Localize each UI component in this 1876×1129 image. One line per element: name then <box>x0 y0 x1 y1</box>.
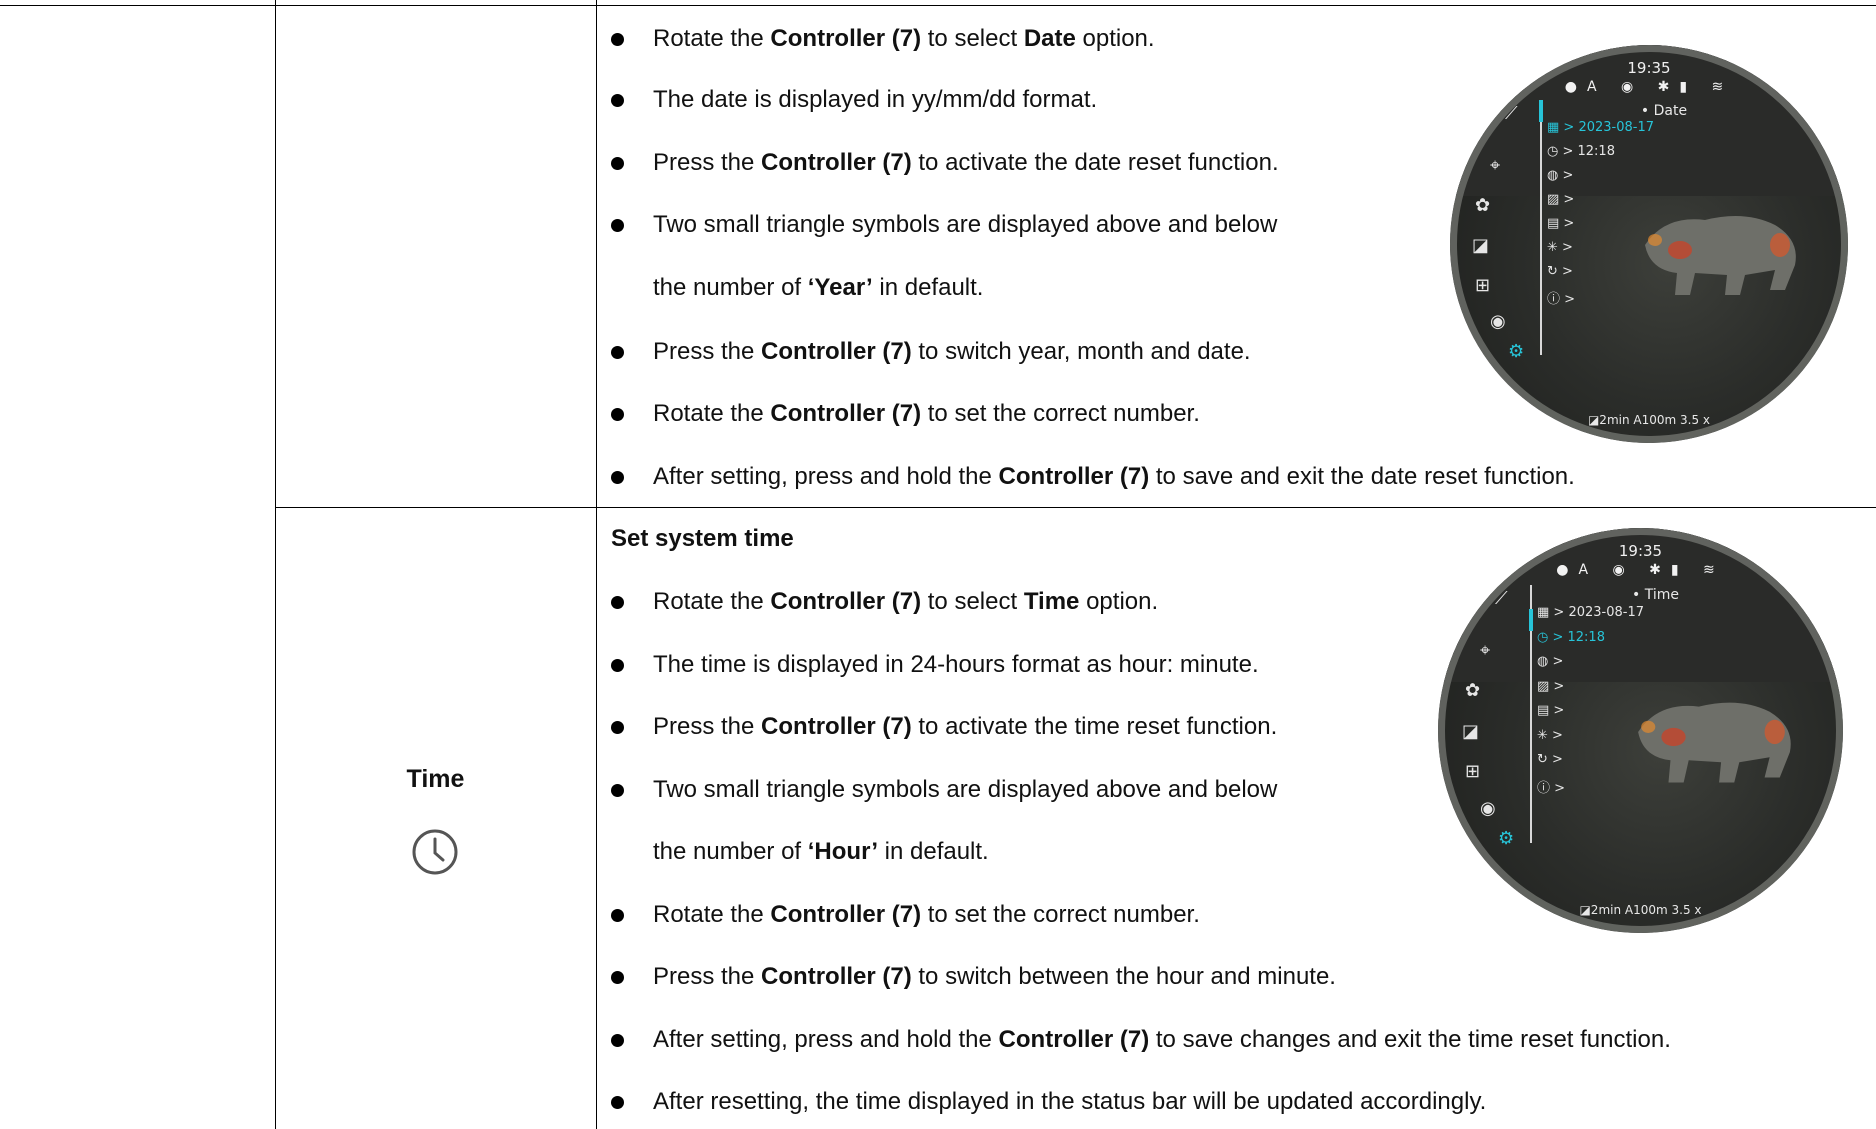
column-rule-1 <box>275 0 276 1129</box>
bullet-text: Two small triangle symbols are displayed… <box>653 776 1278 803</box>
table-top-rule <box>0 5 1876 6</box>
bullet-dot <box>611 1096 624 1109</box>
bullet-text: After resetting, the time displayed in t… <box>653 1088 1487 1115</box>
device-screen-time: 19:35 ●A ◉ ✱▮ ≋ • Time ⟋ ⌖ ✿ ◪ ⊞ ◉ ⚙ ▦ >… <box>1438 528 1843 933</box>
bullet-dot <box>611 346 624 359</box>
screen-ring <box>1450 45 1848 443</box>
screen-ring <box>1438 528 1843 933</box>
bullet-dot <box>611 721 624 734</box>
section-heading: Set system time <box>611 525 794 552</box>
bullet-text: Rotate the Controller (7) to select Time… <box>653 588 1159 615</box>
row-divider <box>275 507 1876 508</box>
bullet-dot <box>611 157 624 170</box>
bullet-dot <box>611 596 624 609</box>
column-rule-2 <box>596 0 597 1129</box>
bullet-text: Press the Controller (7) to switch betwe… <box>653 963 1336 990</box>
bullet-text: Two small triangle symbols are displayed… <box>653 211 1278 238</box>
bullet-dot <box>611 408 624 421</box>
bullet-text: After setting, press and hold the Contro… <box>653 463 1575 490</box>
bullet-continuation: the number of ‘Year’ in default. <box>653 274 984 301</box>
bullet-dot <box>611 94 624 107</box>
bullet-dot <box>611 784 624 797</box>
device-screen-date: 19:35 ●A ◉ ✱▮ ≋ • Date ⟋ ⌖ ✿ ◪ ⊞ ◉ ⚙ ▦ >… <box>1450 45 1848 443</box>
bullet-dot <box>611 1034 624 1047</box>
bullet-dot <box>611 219 624 232</box>
bullet-continuation: the number of ‘Hour’ in default. <box>653 838 989 865</box>
bullet-text: Rotate the Controller (7) to set the cor… <box>653 400 1200 427</box>
bullet-text: Rotate the Controller (7) to set the cor… <box>653 901 1200 928</box>
bullet-dot <box>611 909 624 922</box>
bullet-text: Press the Controller (7) to activate the… <box>653 149 1279 176</box>
bullet-dot <box>611 471 624 484</box>
bullet-text: Press the Controller (7) to activate the… <box>653 713 1278 740</box>
bullet-text: The date is displayed in yy/mm/dd format… <box>653 86 1098 113</box>
bullet-text: The time is displayed in 24-hours format… <box>653 651 1259 678</box>
clock-icon <box>412 829 458 875</box>
bullet-text: After setting, press and hold the Contro… <box>653 1026 1671 1053</box>
bullet-dot <box>611 33 624 46</box>
bullet-text: Rotate the Controller (7) to select Date… <box>653 25 1155 52</box>
bullet-dot <box>611 971 624 984</box>
bullet-text: Press the Controller (7) to switch year,… <box>653 338 1251 365</box>
param-label-time: Time <box>406 765 465 793</box>
bullet-dot <box>611 659 624 672</box>
